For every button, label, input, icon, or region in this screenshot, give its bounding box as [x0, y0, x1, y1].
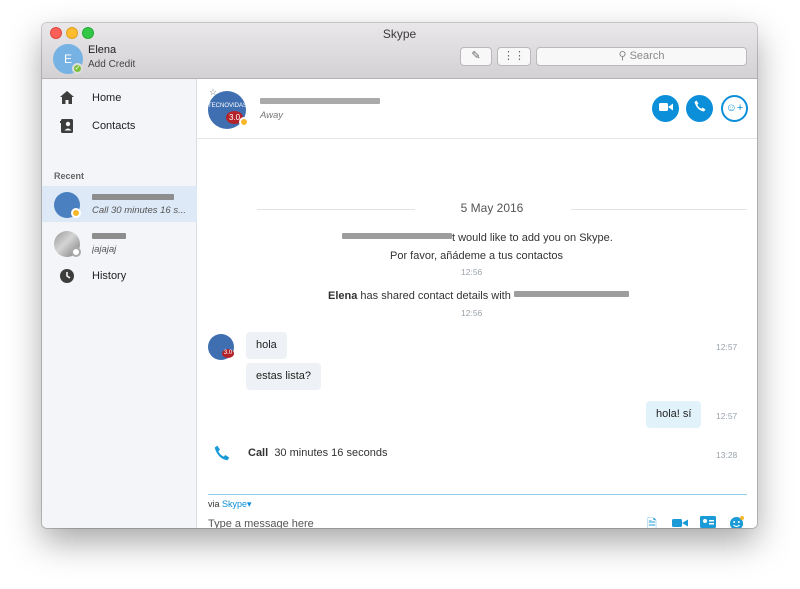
composer-divider — [208, 494, 747, 495]
call-event: Call 30 minutes 16 seconds — [248, 447, 388, 459]
dialpad-button[interactable]: ⋮⋮ — [497, 47, 531, 66]
sidebar-item-home[interactable]: Home — [42, 85, 197, 111]
skype-window: Skype E ✓ Elena Add Credit ✎ ⋮⋮ ⚲ Search … — [42, 23, 757, 528]
search-icon: ⚲ — [618, 50, 627, 62]
contact-name-redacted — [260, 98, 380, 104]
video-call-button[interactable] — [652, 95, 679, 122]
file-icon: 🗎 — [647, 517, 657, 528]
avatar-badge: 3.0 — [222, 349, 234, 358]
message-time: 12:57 — [716, 411, 738, 421]
contact-request-text: t would like to add you on Skype. — [342, 232, 613, 244]
contact-name-redacted — [92, 194, 174, 200]
video-message-button[interactable] — [671, 516, 689, 528]
sidebar-item-label: History — [92, 270, 127, 282]
search-input[interactable]: ⚲ Search — [536, 47, 747, 66]
new-conversation-button[interactable]: ✎ — [460, 47, 492, 66]
message-time: 12:57 — [716, 342, 738, 352]
divider — [571, 209, 747, 210]
contact-request-message: Por favor, añádeme a tus contactos — [390, 250, 564, 262]
conversation-panel: ☆ TECNOVIDAS 3.0 Away ☺+ 5 May 2016 t wo… — [197, 79, 757, 528]
outgoing-message[interactable]: hola! sí — [646, 401, 702, 428]
add-people-button[interactable]: ☺+ — [721, 95, 748, 122]
smiley-icon — [729, 516, 744, 528]
emoticons-button[interactable] — [727, 516, 745, 528]
send-file-button[interactable]: 🗎 — [643, 516, 661, 528]
compose-icon: ✎ — [471, 50, 481, 62]
incoming-message[interactable]: estas lista? — [246, 363, 322, 390]
shared-contact-text: Elena has shared contact details with — [328, 290, 629, 302]
contact-name-redacted — [92, 233, 126, 239]
conversation-preview: jajajaj — [92, 244, 117, 255]
divider — [257, 209, 415, 210]
phone-icon — [214, 445, 230, 466]
video-camera-icon — [658, 103, 673, 111]
contacts-icon — [58, 118, 76, 134]
send-contacts-button[interactable] — [699, 516, 717, 528]
incoming-message[interactable]: hola — [246, 332, 287, 359]
home-icon — [58, 90, 76, 106]
dialpad-icon: ⋮⋮ — [503, 50, 525, 62]
sidebar-item-label: Contacts — [92, 120, 136, 132]
add-person-icon: ☺+ — [725, 102, 744, 114]
online-status-icon: ✓ — [72, 63, 83, 74]
clock-icon — [58, 268, 76, 284]
title-bar: Skype E ✓ Elena Add Credit ✎ ⋮⋮ ⚲ Search — [42, 23, 757, 79]
recent-conversation-item[interactable]: Call 30 minutes 16 s... — [42, 186, 197, 222]
message-time: 12:56 — [461, 267, 483, 277]
avatar-brand-text: TECNOVIDAS — [208, 103, 246, 109]
redacted-name — [342, 233, 452, 239]
message-input[interactable] — [208, 516, 628, 528]
profile-name[interactable]: Elena — [88, 44, 116, 56]
video-message-icon — [672, 519, 688, 527]
contact-status: Away — [260, 110, 284, 121]
recent-section-label: Recent — [54, 171, 85, 181]
redacted-name — [513, 291, 629, 297]
window-title: Skype — [382, 27, 417, 41]
service-selector[interactable]: Skype▾ — [222, 499, 252, 509]
away-status-icon — [239, 117, 249, 127]
search-placeholder: Search — [629, 50, 665, 62]
conversation-preview: Call 30 minutes 16 s... — [92, 205, 186, 216]
date-separator: 5 May 2016 — [460, 201, 524, 215]
sidebar: Home Contacts Recent Call 30 minutes 16 … — [42, 79, 197, 528]
phone-icon — [694, 100, 705, 112]
conversation-header: ☆ TECNOVIDAS 3.0 Away ☺+ — [197, 79, 757, 139]
sidebar-item-label: Home — [92, 92, 122, 104]
offline-status-icon — [71, 247, 81, 257]
away-status-icon — [71, 208, 81, 218]
add-credit-link[interactable]: Add Credit — [88, 59, 135, 70]
via-label: via Skype▾ — [208, 499, 252, 509]
sidebar-item-contacts[interactable]: Contacts — [42, 113, 197, 139]
message-time: 13:28 — [716, 450, 738, 460]
recent-conversation-item[interactable]: jajajaj — [42, 225, 197, 261]
audio-call-button[interactable] — [686, 95, 713, 122]
message-time: 12:56 — [461, 308, 483, 318]
contact-card-icon — [700, 516, 716, 528]
sidebar-item-history[interactable]: History — [42, 263, 197, 289]
